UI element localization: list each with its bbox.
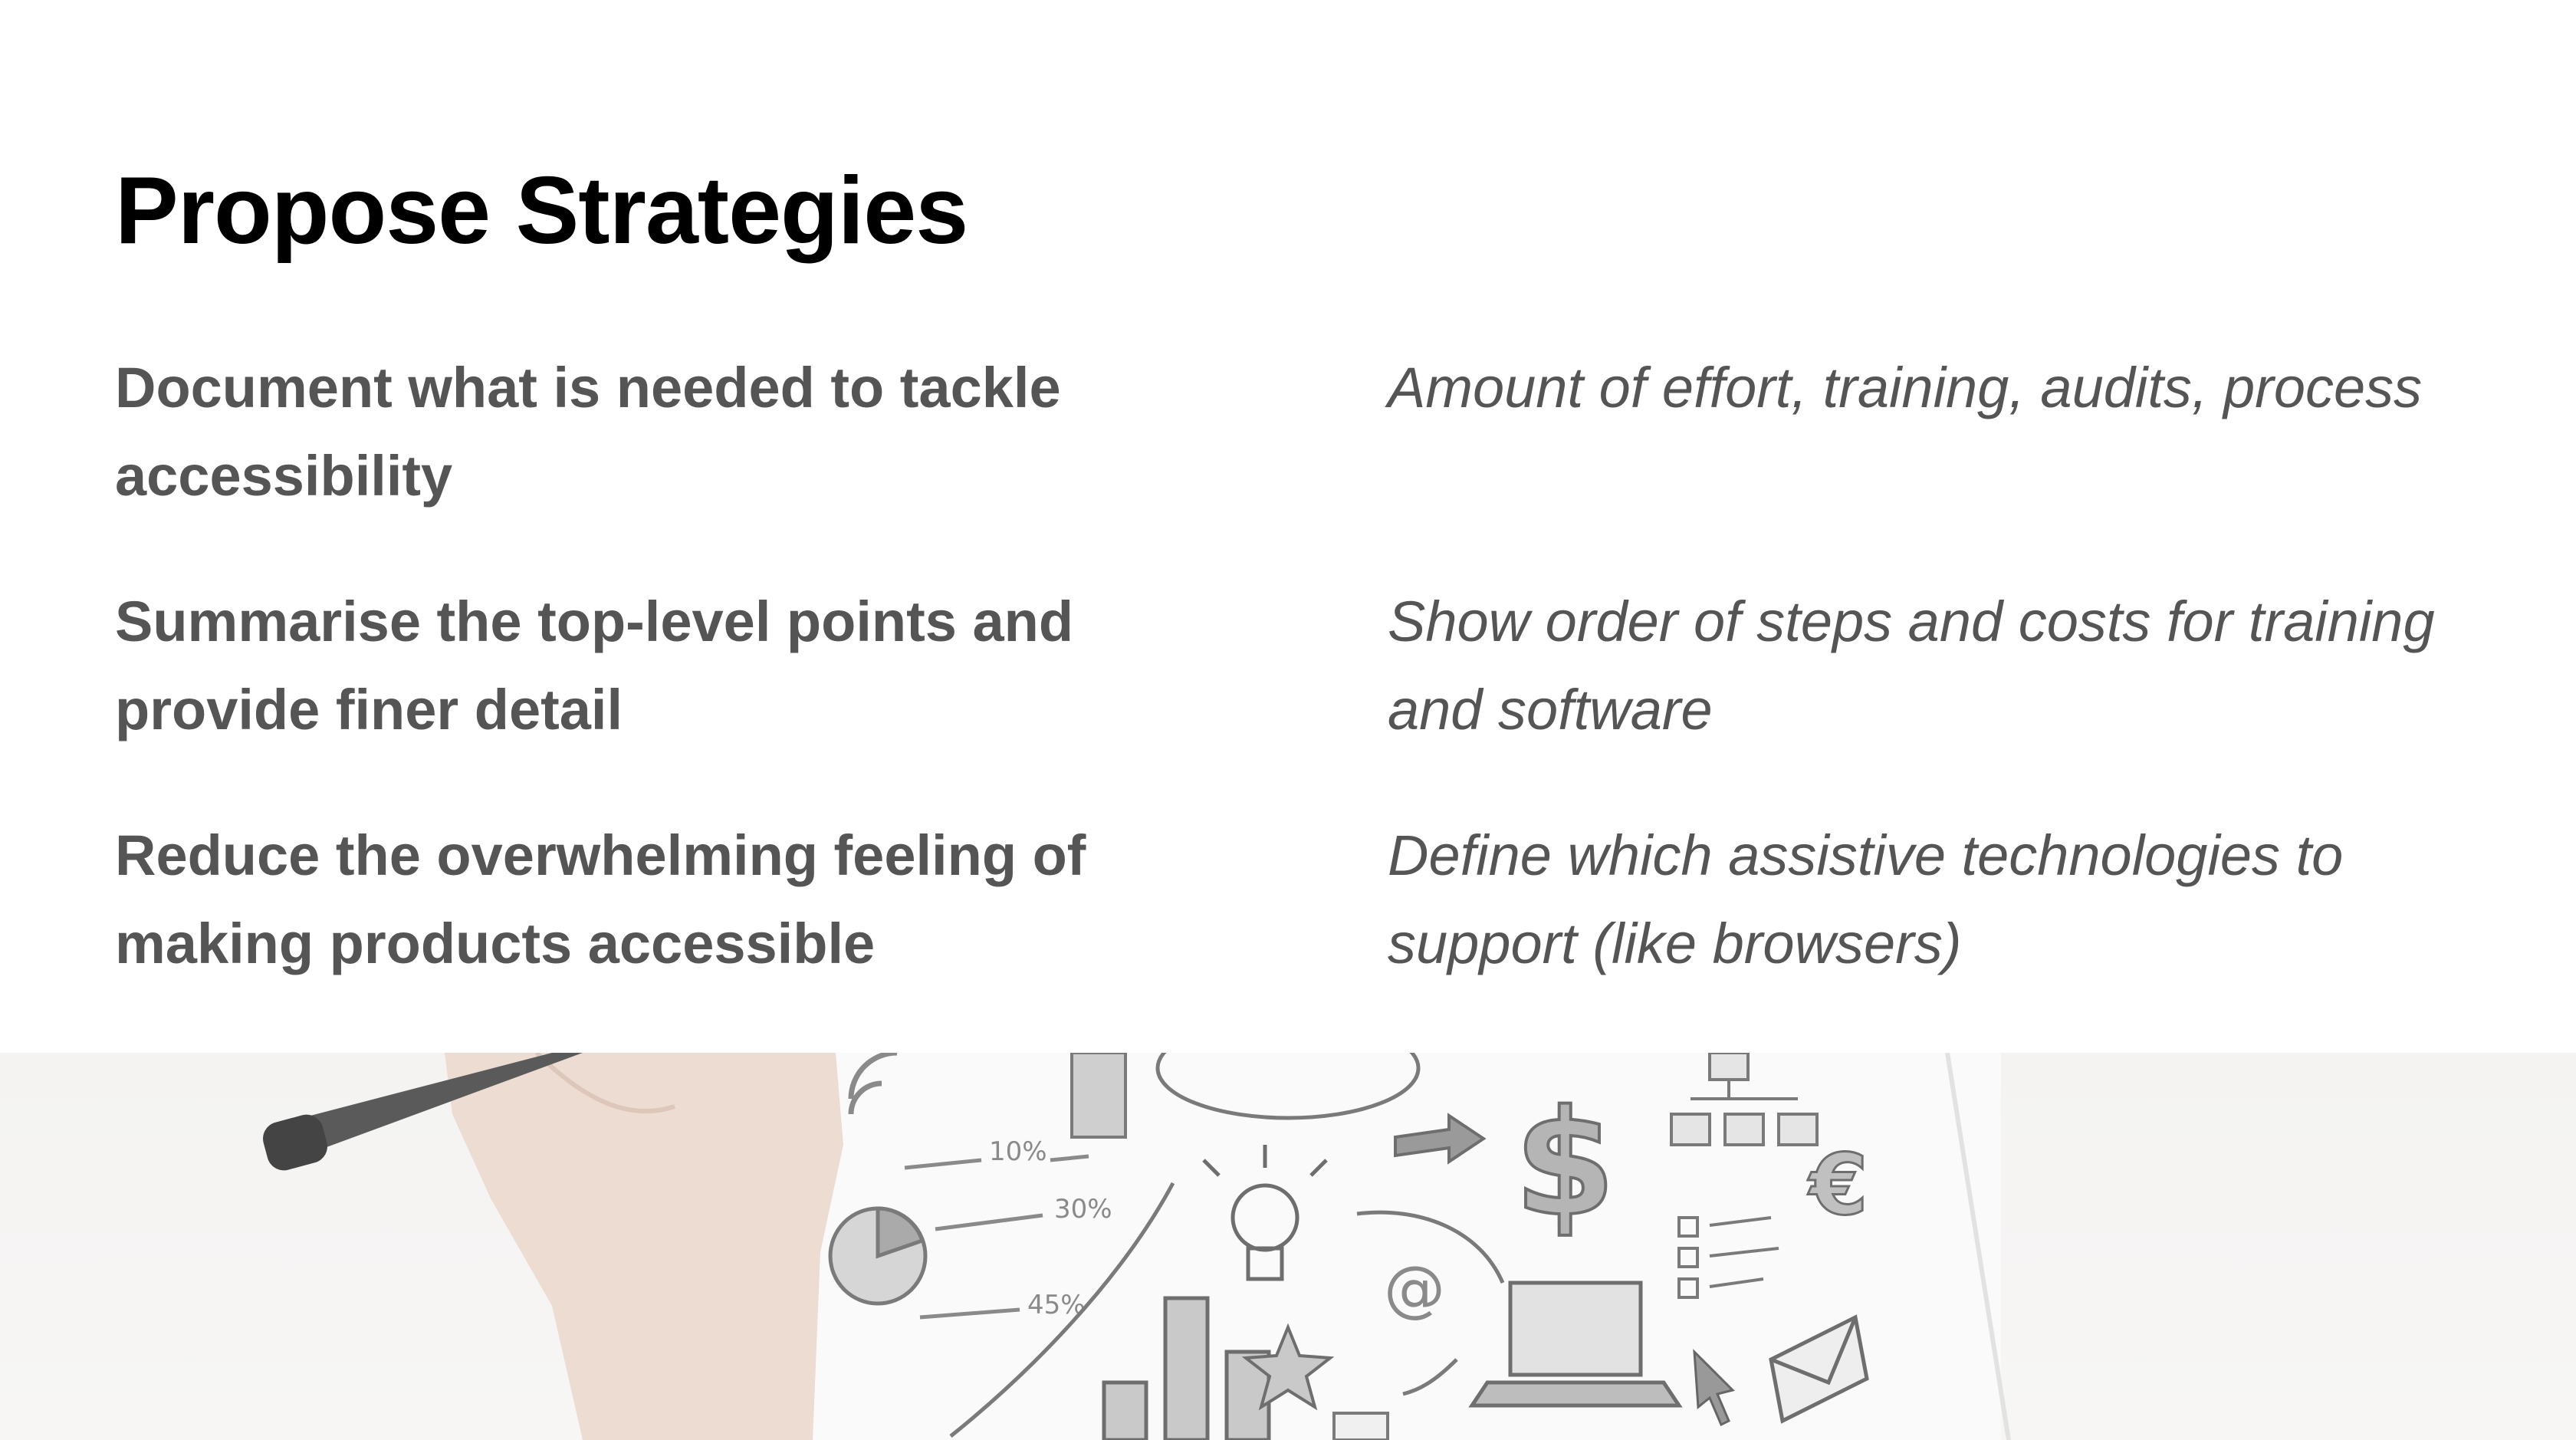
slide-title: Propose Strategies	[115, 158, 968, 264]
dollar-icon: $	[1514, 1079, 1615, 1248]
strategy-point: Reduce the overwhelming feeling of makin…	[115, 824, 1086, 975]
strategy-row: Document what is needed to tackle access…	[115, 344, 2461, 528]
strategy-detail: Amount of effort, training, audits, proc…	[1388, 356, 2423, 419]
strategy-detail: Define which assistive technologies to s…	[1388, 824, 2344, 975]
photo-illustration: 10% 30% 45% $ € @	[263, 1053, 2011, 1440]
sketch-text-10: 10%	[989, 1136, 1047, 1167]
strategy-row: Summarise the top-level points and provi…	[115, 577, 2461, 761]
euro-icon: €	[1807, 1136, 1868, 1234]
strategy-detail: Show order of steps and costs for traini…	[1388, 590, 2435, 741]
pie-chart-icon	[828, 1206, 928, 1306]
content-panel: Propose Strategies Document what is need…	[0, 0, 2576, 1053]
slide: 10% 30% 45% $ € @ Propose Strategies Doc…	[0, 0, 2576, 1440]
at-icon: @	[1384, 1253, 1445, 1324]
strategy-point: Document what is needed to tackle access…	[115, 356, 1061, 508]
strategy-point: Summarise the top-level points and provi…	[115, 590, 1074, 741]
background-photo: 10% 30% 45% $ € @	[0, 1053, 2576, 1440]
sketch-text-30: 30%	[1054, 1194, 1112, 1225]
strategy-row: Reduce the overwhelming feeling of makin…	[115, 811, 2461, 995]
